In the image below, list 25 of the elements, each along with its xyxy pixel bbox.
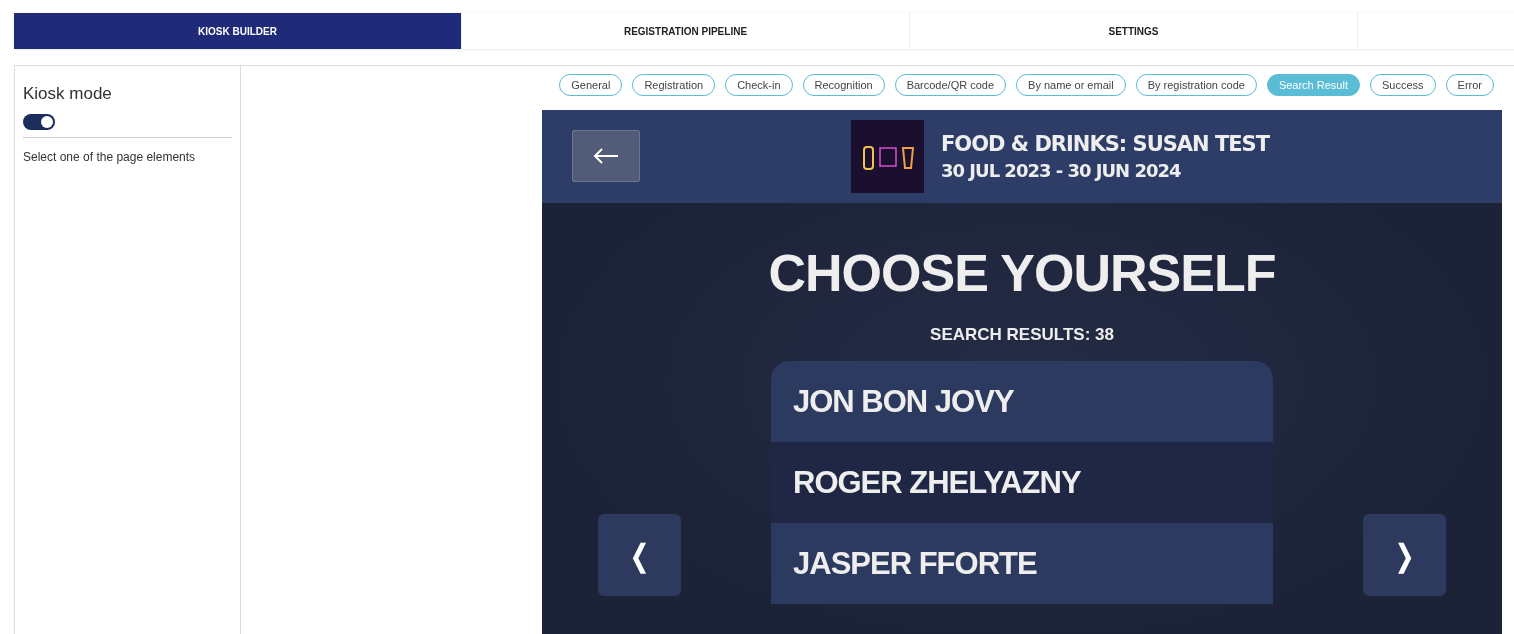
kiosk-heading: CHOOSE YOURSELF: [768, 243, 1276, 303]
nav-tab[interactable]: KIOSK BUILDER: [14, 13, 462, 49]
page-tab[interactable]: Error: [1445, 74, 1494, 96]
event-dates: 30 JUL 2023 - 30 JUN 2024: [941, 160, 1182, 181]
result-name[interactable]: JASPER FFORTE: [771, 523, 1273, 604]
page-tab[interactable]: By name or email: [1016, 74, 1126, 96]
page-tab[interactable]: Success: [1369, 74, 1436, 96]
result-name[interactable]: JON BON JOVY: [771, 361, 1273, 442]
previous-page-button[interactable]: ❬: [598, 514, 681, 596]
back-arrow-icon: [593, 148, 619, 164]
page-tab[interactable]: Recognition: [802, 74, 885, 96]
next-page-button[interactable]: ❭: [1363, 514, 1446, 596]
page-tab[interactable]: Registration: [632, 74, 716, 96]
sidebar-title: Kiosk mode: [23, 84, 113, 104]
event-title: FOOD & DRINKS: SUSAN TEST: [941, 132, 1270, 156]
page-tab[interactable]: Barcode/QR code: [894, 74, 1007, 96]
sidebar-hint: Select one of the page elements: [23, 137, 232, 164]
page-tab[interactable]: General: [559, 74, 623, 96]
back-button[interactable]: [572, 130, 640, 182]
nav-tab[interactable]: SETTINGS: [910, 13, 1358, 49]
page-tab[interactable]: By registration code: [1135, 74, 1257, 96]
kiosk-mode-toggle[interactable]: [23, 114, 55, 130]
search-results-count: SEARCH RESULTS: 38: [930, 325, 1114, 345]
page-tab[interactable]: Check-in: [725, 74, 793, 96]
nav-tab[interactable]: REGISTRATION PIPELINE: [462, 13, 910, 49]
